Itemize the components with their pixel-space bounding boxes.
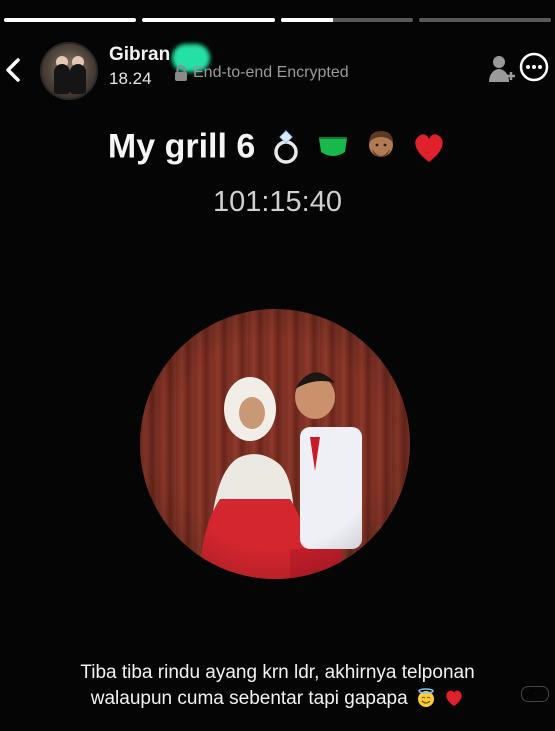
call-title-text: My grill 6 xyxy=(107,127,256,166)
green-heart-icon xyxy=(319,137,348,157)
story-progress-bar xyxy=(4,18,551,22)
red-heart-icon xyxy=(446,690,462,706)
caption: Tiba tiba rindu ayang krn ldr, akhirnya … xyxy=(20,660,535,712)
progress-segment-1 xyxy=(4,18,137,22)
person-beard-icon xyxy=(368,131,393,158)
watermark-logo: · xyxy=(521,686,549,702)
contact-name: Gibran xyxy=(109,44,171,65)
smiling-face-with-halo-icon xyxy=(417,688,434,707)
encryption-label: End-to-end Encrypted xyxy=(193,64,349,81)
call-title: My grill 6 xyxy=(0,126,555,167)
call-time: 18.24 xyxy=(109,69,152,88)
call-duration: 101:15:40 xyxy=(212,186,342,218)
red-heart-icon xyxy=(415,134,443,163)
caption-line-2: walaupun cuma sebentar tapi gapapa xyxy=(90,688,408,709)
profile-photo-circle xyxy=(140,309,410,579)
progress-segment-4 xyxy=(418,18,551,22)
call-header: Gibran 18.24 End-to-end Encrypted xyxy=(0,42,555,100)
add-participant-icon[interactable] xyxy=(487,52,519,86)
more-options-icon[interactable] xyxy=(519,52,549,82)
lock-icon xyxy=(175,65,187,81)
caption-line-1: Tiba tiba rindu ayang krn ldr, akhirnya … xyxy=(80,662,475,683)
back-chevron-icon[interactable] xyxy=(2,50,24,90)
ring-icon xyxy=(273,130,298,164)
progress-segment-3 xyxy=(280,18,413,22)
avatar[interactable] xyxy=(40,42,98,100)
progress-segment-2 xyxy=(142,18,275,22)
